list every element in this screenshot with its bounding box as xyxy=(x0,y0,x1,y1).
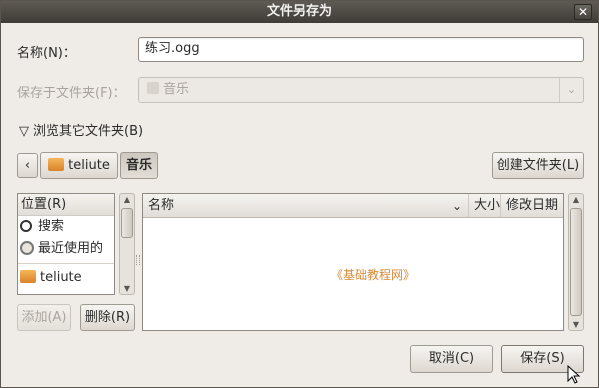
place-item-recent[interactable]: 最近使用的 xyxy=(18,238,114,260)
add-place-label: 添加(A) xyxy=(21,310,67,325)
recent-icon xyxy=(20,241,34,255)
column-header-size[interactable]: 大小 xyxy=(469,194,501,218)
places-list: 位置(R) 搜索 最近使用的 teliute xyxy=(17,193,115,295)
column-header-modified[interactable]: 修改日期 xyxy=(501,194,563,218)
window-title: 文件另存为 xyxy=(266,4,332,19)
chevron-left-icon: ‹ xyxy=(24,158,31,173)
create-folder-button[interactable]: 创建文件夹(L) xyxy=(492,152,584,179)
save-in-folder-label: 保存于文件夹(F)： xyxy=(17,86,126,101)
place-item-home-label: teliute xyxy=(40,270,82,285)
scroll-down-icon: ▼ xyxy=(572,320,580,329)
close-button[interactable]: ✕ xyxy=(574,4,592,20)
place-item-home[interactable]: teliute xyxy=(18,267,114,289)
save-in-folder-combo[interactable]: 音乐 ⌄ xyxy=(138,77,584,103)
mouse-cursor-icon xyxy=(567,365,581,384)
scroll-down-icon: ▼ xyxy=(123,284,131,293)
title-bar: 文件另存为 ✕ xyxy=(1,1,598,23)
column-header-name-label: 名称 xyxy=(148,198,175,213)
music-folder-icon xyxy=(147,82,159,94)
expander-label: 浏览其它文件夹(B) xyxy=(33,124,144,139)
remove-place-button[interactable]: 删除(R) xyxy=(80,304,135,331)
scroll-up-icon: ▲ xyxy=(572,195,580,204)
places-header[interactable]: 位置(R) xyxy=(18,194,114,216)
close-icon: ✕ xyxy=(577,5,589,19)
folder-home-icon xyxy=(48,158,65,171)
folder-home-icon xyxy=(20,270,36,283)
path-crumb-home-label: teliute xyxy=(68,158,110,173)
places-scrollbar[interactable]: ▲ ▼ xyxy=(119,193,135,295)
create-folder-label: 创建文件夹(L) xyxy=(496,158,580,173)
path-back-button[interactable]: ‹ xyxy=(17,153,38,178)
save-label: 保存(S) xyxy=(520,351,565,366)
path-crumb-home[interactable]: teliute xyxy=(40,152,118,179)
search-icon xyxy=(20,220,32,232)
file-list-scrollbar[interactable]: ▲ ▼ xyxy=(568,193,584,331)
browse-other-folders-expander[interactable]: ▽ 浏览其它文件夹(B) xyxy=(19,120,143,139)
watermark-text: 《基础教程网》 xyxy=(331,268,416,282)
name-label: 名称(N)： xyxy=(17,46,76,61)
place-item-recent-label: 最近使用的 xyxy=(38,241,104,256)
column-header-modified-label: 修改日期 xyxy=(506,198,559,213)
file-list: 名称 ⌄ 大小 修改日期 《基础教程网》 xyxy=(142,193,564,331)
scroll-up-icon: ▲ xyxy=(123,195,131,204)
remove-place-label: 删除(R) xyxy=(84,310,131,325)
path-crumb-music[interactable]: 音乐 xyxy=(120,152,158,179)
expander-arrow-icon: ▽ xyxy=(19,124,29,139)
sort-indicator-icon: ⌄ xyxy=(451,199,462,213)
file-list-scroll-thumb[interactable] xyxy=(570,208,582,316)
cancel-button[interactable]: 取消(C) xyxy=(410,345,493,373)
save-file-dialog: 文件另存为 ✕ 名称(N)： 练习.ogg 保存于文件夹(F)： 音乐 ⌄ ▽ 浏… xyxy=(0,0,599,388)
places-header-label: 位置(R) xyxy=(21,197,67,212)
path-crumb-music-label: 音乐 xyxy=(125,158,152,173)
place-item-search-label: 搜索 xyxy=(38,219,65,234)
chevron-down-icon: ⌄ xyxy=(559,78,583,102)
filename-value: 练习.ogg xyxy=(145,41,200,56)
column-header-size-label: 大小 xyxy=(474,198,501,213)
column-header-name[interactable]: 名称 ⌄ xyxy=(143,194,469,218)
places-scroll-thumb[interactable] xyxy=(121,208,133,238)
pane-resize-handle[interactable] xyxy=(136,255,140,265)
cancel-label: 取消(C) xyxy=(428,351,475,366)
add-place-button[interactable]: 添加(A) xyxy=(17,304,71,331)
places-separator xyxy=(18,263,114,264)
place-item-search[interactable]: 搜索 xyxy=(18,216,114,238)
filename-input[interactable]: 练习.ogg xyxy=(138,37,584,62)
save-in-folder-value: 音乐 xyxy=(163,82,190,97)
